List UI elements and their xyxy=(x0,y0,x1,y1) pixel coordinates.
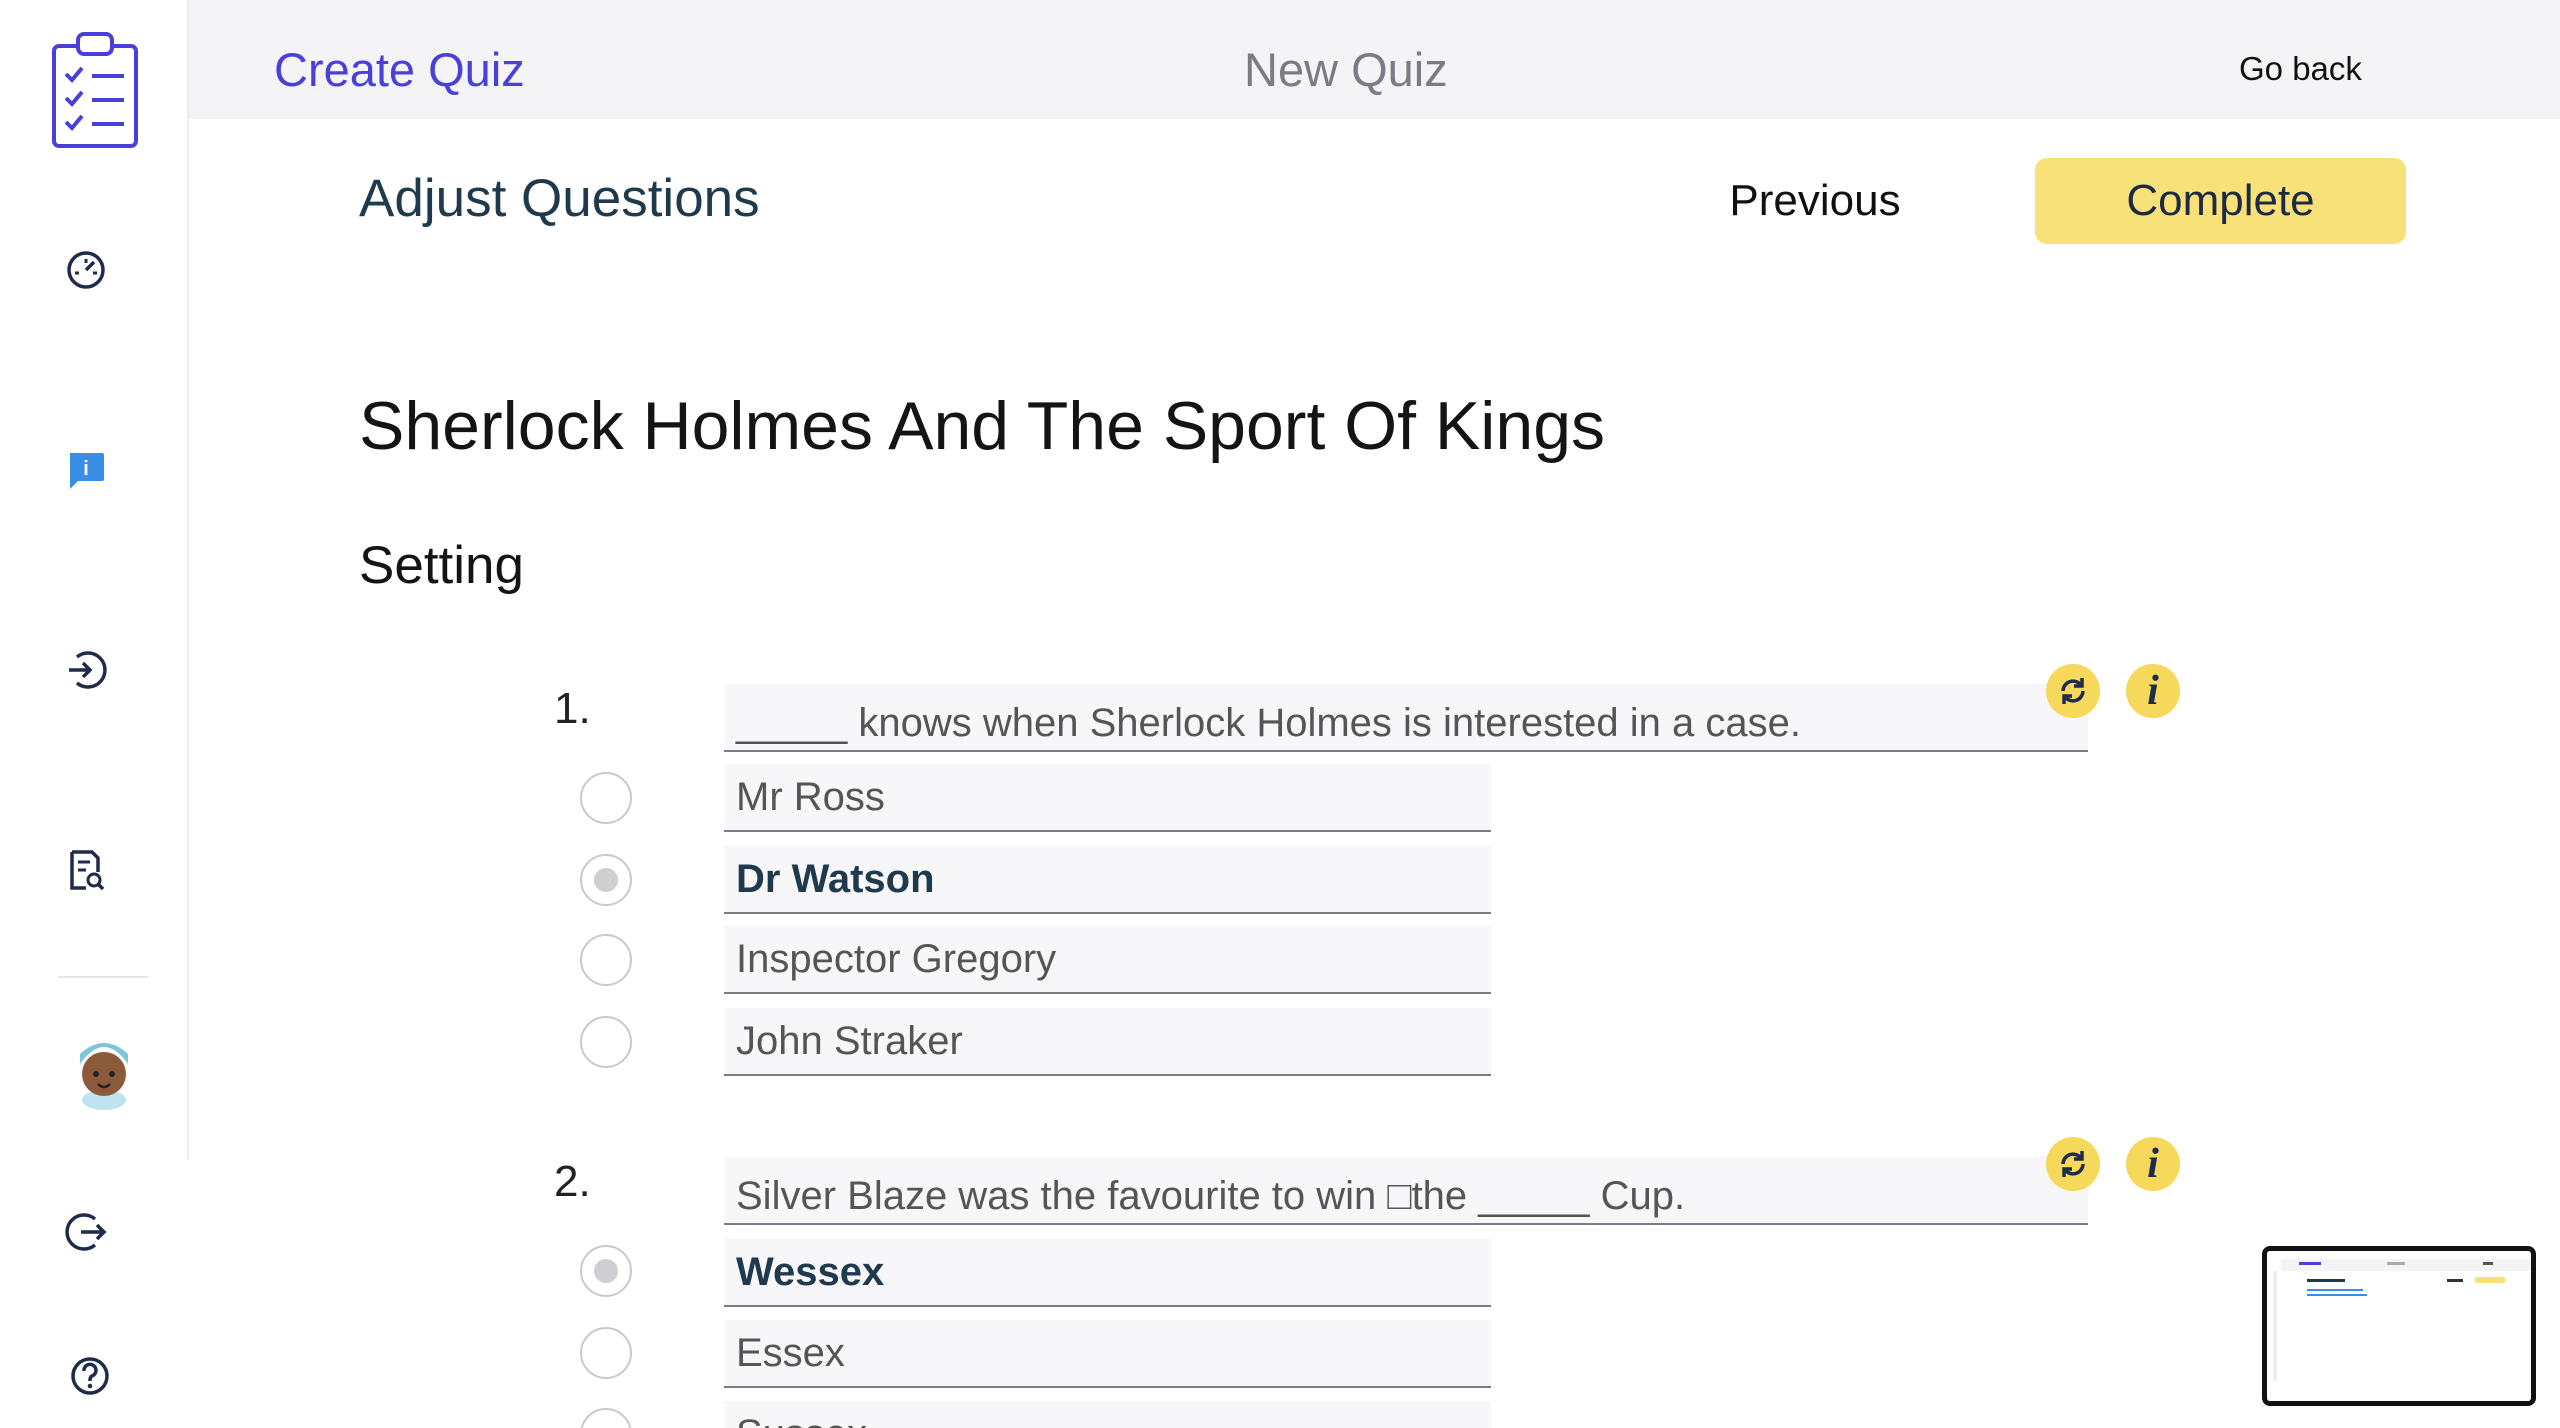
answer-radio[interactable] xyxy=(580,772,632,824)
answer-radio[interactable] xyxy=(580,934,632,986)
answer-field-correct[interactable]: Wessex xyxy=(724,1239,1491,1307)
answer-radio[interactable] xyxy=(580,1016,632,1068)
quiz-title: Sherlock Holmes And The Sport Of Kings xyxy=(359,388,1606,464)
section-title: Setting xyxy=(359,536,525,595)
answer-radio[interactable] xyxy=(580,1408,632,1428)
avatar[interactable] xyxy=(66,1030,142,1110)
document-search-icon[interactable] xyxy=(60,844,112,896)
go-back-link[interactable]: Go back xyxy=(2239,50,2362,88)
info-icon[interactable]: i xyxy=(2126,664,2180,718)
info-chat-icon[interactable]: i xyxy=(60,444,112,496)
question-number: 2. xyxy=(554,1157,591,1206)
clipboard-checklist-icon[interactable] xyxy=(48,28,142,152)
app-title[interactable]: Create Quiz xyxy=(274,42,525,97)
page-title: New Quiz xyxy=(1244,43,1448,96)
answer-radio-selected[interactable] xyxy=(580,1245,632,1297)
sidebar-divider xyxy=(58,976,148,978)
question-text-field[interactable]: _____ knows when Sherlock Holmes is inte… xyxy=(724,684,2088,752)
speedometer-icon[interactable] xyxy=(60,244,112,296)
sidebar: i xyxy=(0,0,189,1251)
login-icon[interactable] xyxy=(60,644,112,696)
answer-field[interactable]: Mr Ross xyxy=(724,764,1491,832)
regenerate-icon[interactable] xyxy=(2046,1137,2100,1191)
answer-radio-selected[interactable] xyxy=(580,854,632,906)
page-minimap[interactable] xyxy=(2262,1246,2536,1406)
complete-button[interactable]: Complete xyxy=(2035,158,2406,244)
answer-field-correct[interactable]: Dr Watson xyxy=(724,846,1491,914)
answer-field[interactable]: Inspector Gregory xyxy=(724,926,1491,994)
question-number: 1. xyxy=(554,684,591,733)
previous-button[interactable]: Previous xyxy=(1700,158,1930,244)
svg-text:i: i xyxy=(83,458,89,480)
info-icon[interactable]: i xyxy=(2126,1137,2180,1191)
help-icon[interactable] xyxy=(64,1350,116,1402)
answer-field[interactable]: Sussex xyxy=(724,1401,1491,1428)
answer-field[interactable]: John Straker xyxy=(724,1008,1491,1076)
top-bar: Create Quiz New Quiz Go back xyxy=(189,0,2560,119)
answer-radio[interactable] xyxy=(580,1327,632,1379)
regenerate-icon[interactable] xyxy=(2046,664,2100,718)
answer-field[interactable]: Essex xyxy=(724,1320,1491,1388)
question-text-field[interactable]: Silver Blaze was the favourite to win □t… xyxy=(724,1157,2088,1225)
logout-icon[interactable] xyxy=(60,1206,112,1258)
adjust-questions-heading: Adjust Questions xyxy=(359,169,760,228)
